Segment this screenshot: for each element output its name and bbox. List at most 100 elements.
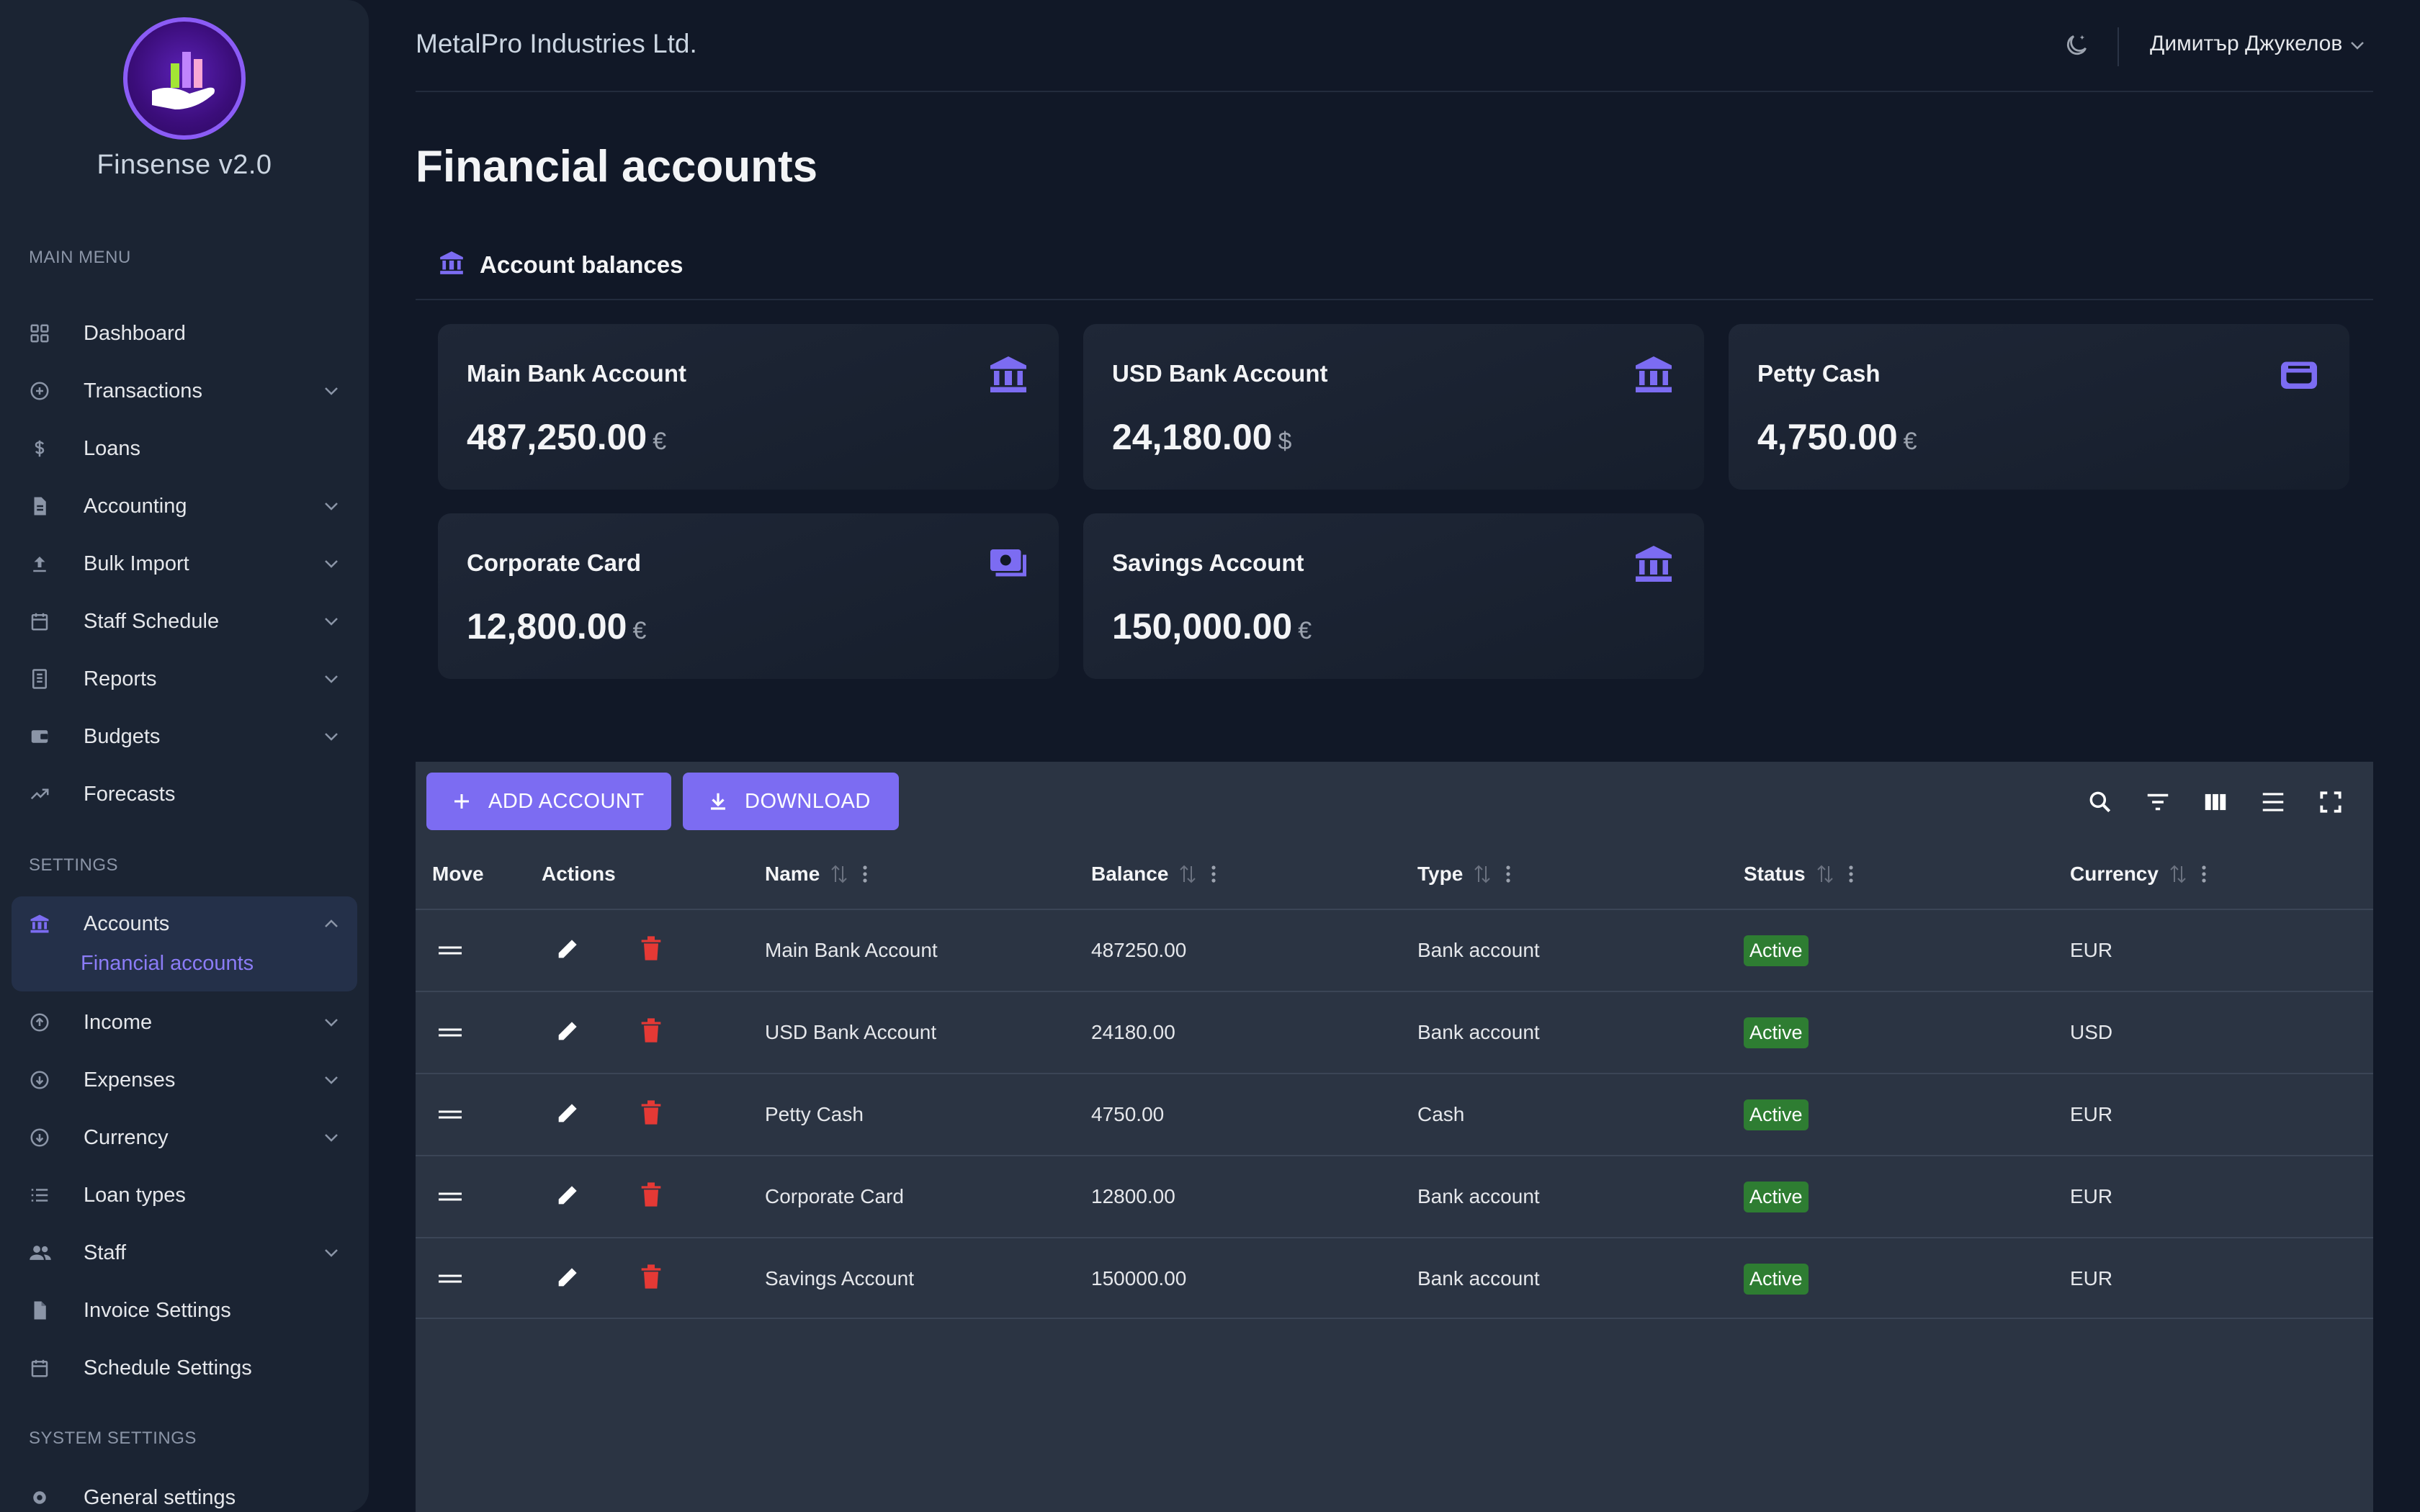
column-menu-icon[interactable] (1847, 863, 1855, 885)
sidebar-subitem-financial-accounts[interactable]: Financial accounts (81, 952, 254, 976)
sidebar-item-staff[interactable]: Staff (29, 1231, 346, 1274)
drag-handle-icon[interactable] (437, 1238, 463, 1319)
sidebar-item-forecasts[interactable]: Forecasts (29, 773, 346, 816)
sort-icon[interactable] (1816, 863, 1834, 885)
drag-handle-icon[interactable] (437, 1074, 463, 1155)
chevron-down-icon (317, 1248, 346, 1258)
delete-button[interactable] (639, 1156, 663, 1237)
calendar-icon (29, 1357, 65, 1379)
filter-button[interactable] (2142, 788, 2174, 819)
chevron-up-icon (317, 919, 346, 929)
download-button[interactable]: DOWNLOAD (683, 773, 899, 830)
sidebar-item-staff-schedule[interactable]: Staff Schedule (29, 600, 346, 643)
delete-button[interactable] (639, 1074, 663, 1155)
cell-currency: EUR (2070, 1267, 2113, 1290)
edit-button[interactable] (554, 1238, 583, 1319)
drag-handle-icon[interactable] (437, 910, 463, 991)
sidebar-item-accounts[interactable]: Accounts (29, 902, 346, 945)
pencil-icon (554, 1180, 583, 1214)
chevron-down-icon (317, 386, 346, 396)
download-label: DOWNLOAD (745, 789, 871, 813)
balance-card: Corporate Card 12,800.00 € (438, 513, 1059, 679)
columns-button[interactable] (2200, 788, 2231, 819)
balance-card: Savings Account 150,000.00 € (1083, 513, 1704, 679)
edit-button[interactable] (554, 992, 583, 1073)
sort-icon[interactable] (1473, 863, 1492, 885)
brand-block: Finsense v2.0 (0, 17, 369, 181)
density-button[interactable] (2257, 788, 2289, 819)
cell-type: Bank account (1417, 1185, 1540, 1207)
delete-button[interactable] (639, 1238, 663, 1319)
balance-card-amount: 12,800.00 € (467, 606, 647, 647)
sidebar-item-bulk-import[interactable]: Bulk Import (29, 542, 346, 585)
search-button[interactable] (2084, 788, 2116, 819)
user-menu[interactable]: Димитър Джукелов (2150, 32, 2365, 56)
sidebar-item-currency[interactable]: Currency (29, 1116, 346, 1159)
cell-status: Active (1744, 1074, 1809, 1155)
drag-handle-icon[interactable] (437, 1156, 463, 1237)
sidebar-item-loan-types[interactable]: Loan types (29, 1174, 346, 1217)
column-menu-icon[interactable] (861, 863, 869, 885)
add-account-button[interactable]: ADD ACCOUNT (426, 773, 671, 830)
cell-type: Bank account (1417, 1267, 1540, 1290)
app-logo[interactable] (123, 17, 246, 140)
sidebar-item-dashboard[interactable]: Dashboard (29, 312, 346, 355)
column-menu-icon[interactable] (2200, 863, 2208, 885)
status-badge: Active (1744, 1263, 1809, 1295)
sidebar-item-label: Loans (84, 436, 141, 460)
column-header-balance[interactable]: Balance (1091, 863, 1217, 886)
chevron-down-icon (317, 559, 346, 569)
sidebar-item-invoice-settings[interactable]: Invoice Settings (29, 1289, 346, 1332)
download-icon (707, 791, 729, 812)
cell-name: Savings Account (765, 1267, 915, 1290)
sort-icon[interactable] (830, 863, 848, 885)
pencil-icon (554, 1016, 583, 1050)
sidebar-item-label: Budgets (84, 724, 161, 748)
sidebar-item-loans[interactable]: Loans (29, 427, 346, 470)
column-header-name[interactable]: Name (765, 863, 869, 886)
column-menu-icon[interactable] (1505, 863, 1512, 885)
drag-handle-icon[interactable] (437, 992, 463, 1073)
sort-icon[interactable] (2169, 863, 2187, 885)
pencil-icon (554, 1262, 583, 1296)
upload-icon (29, 553, 65, 575)
table-row[interactable]: USD Bank Account 24180.00 Bank account A… (416, 991, 2373, 1073)
edit-button[interactable] (554, 1156, 583, 1237)
fullscreen-button[interactable] (2315, 788, 2347, 819)
cell-currency: EUR (2070, 1185, 2113, 1207)
table-row[interactable]: Main Bank Account 487250.00 Bank account… (416, 909, 2373, 991)
sort-icon[interactable] (1178, 863, 1197, 885)
delete-button[interactable] (639, 992, 663, 1073)
sidebar-item-income[interactable]: Income (29, 1001, 346, 1044)
chevron-down-icon (317, 1017, 346, 1027)
dark-mode-toggle[interactable] (2063, 32, 2090, 63)
dollar-icon (29, 438, 65, 459)
sidebar-item-reports[interactable]: Reports (29, 657, 346, 701)
edit-button[interactable] (554, 910, 583, 991)
brand-name: Finsense v2.0 (97, 150, 272, 180)
sidebar-item-label: Income (84, 1010, 153, 1034)
sidebar-item-schedule-settings[interactable]: Schedule Settings (29, 1346, 346, 1390)
table-row[interactable]: Corporate Card 12800.00 Bank account Act… (416, 1155, 2373, 1237)
bank-icon (1632, 353, 1675, 400)
status-badge: Active (1744, 1181, 1809, 1212)
sidebar-item-general-settings[interactable]: General settings (29, 1476, 346, 1512)
column-header-type[interactable]: Type (1417, 863, 1512, 886)
edit-button[interactable] (554, 1074, 583, 1155)
sidebar-item-accounting[interactable]: Accounting (29, 485, 346, 528)
sidebar-item-expenses[interactable]: Expenses (29, 1058, 346, 1102)
column-header-status[interactable]: Status (1744, 863, 1855, 886)
sidebar-item-budgets[interactable]: Budgets (29, 715, 346, 758)
column-menu-icon[interactable] (1210, 863, 1217, 885)
people-icon (29, 1242, 65, 1264)
trash-icon (639, 1262, 663, 1296)
balance-card: Main Bank Account 487,250.00 € (438, 324, 1059, 490)
table-row[interactable]: Savings Account 150000.00 Bank account A… (416, 1237, 2373, 1319)
delete-button[interactable] (639, 910, 663, 991)
column-header-currency[interactable]: Currency (2070, 863, 2208, 886)
table-row[interactable]: Petty Cash 4750.00 Cash Active EUR (416, 1073, 2373, 1155)
table-bottom-border (416, 1318, 2373, 1319)
sidebar-item-transactions[interactable]: Transactions (29, 369, 346, 413)
add-account-label: ADD ACCOUNT (488, 789, 645, 813)
cell-status: Active (1744, 992, 1809, 1073)
